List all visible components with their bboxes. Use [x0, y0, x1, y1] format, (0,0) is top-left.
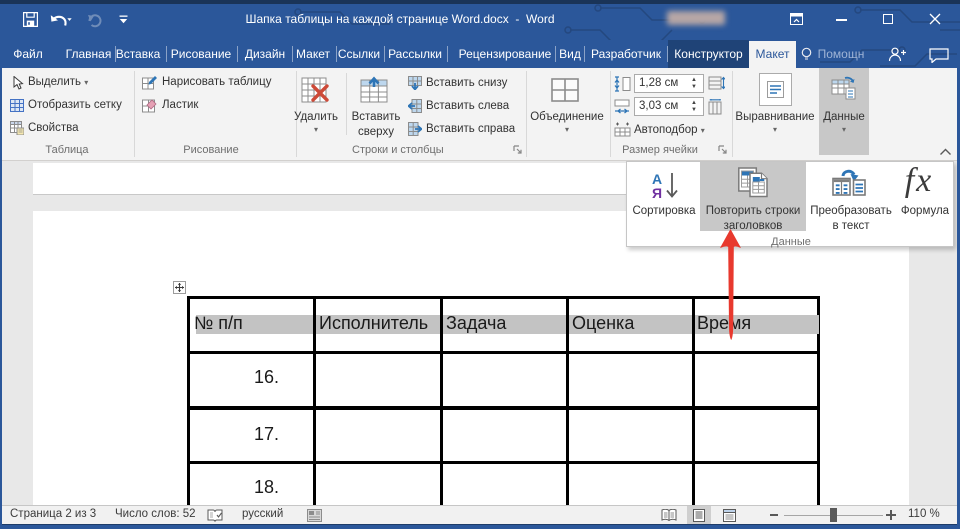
- svg-text:Я: Я: [652, 185, 662, 201]
